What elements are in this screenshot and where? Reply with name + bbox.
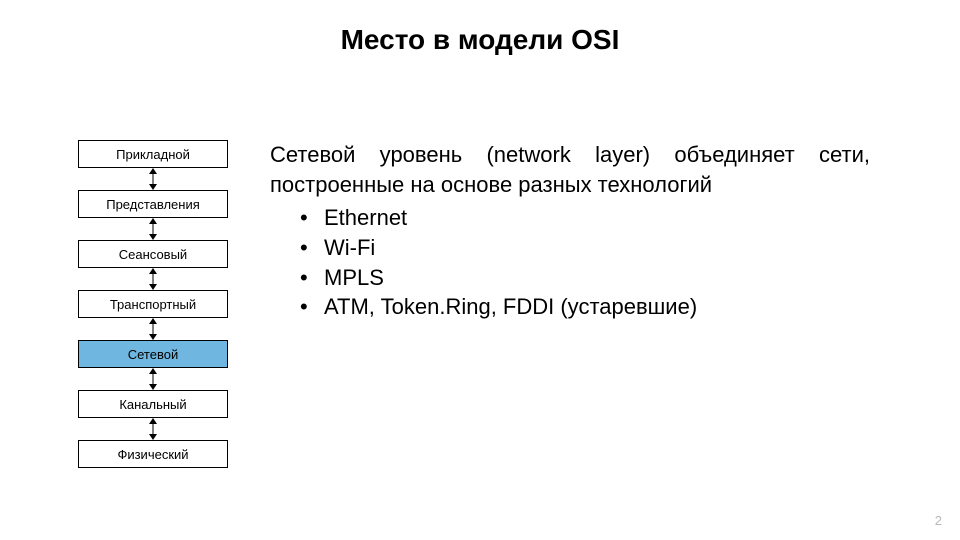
osi-layer-session: Сеансовый — [78, 240, 228, 268]
osi-stack: Прикладной Представления Сеансовый Транс… — [78, 140, 228, 468]
osi-layer-physical: Физический — [78, 440, 228, 468]
osi-layer-datalink: Канальный — [78, 390, 228, 418]
bullet-item: MPLS — [300, 263, 870, 293]
osi-layer-transport: Транспортный — [78, 290, 228, 318]
osi-layer-network: Сетевой — [78, 340, 228, 368]
updown-arrow-icon — [78, 418, 228, 440]
page-number: 2 — [935, 513, 942, 528]
body-bullets: Ethernet Wi-Fi MPLS ATM, Token.Ring, FDD… — [270, 203, 870, 322]
slide-title: Место в модели OSI — [0, 24, 960, 56]
bullet-item: ATM, Token.Ring, FDDI (устаревшие) — [300, 292, 870, 322]
updown-arrow-icon — [78, 368, 228, 390]
updown-arrow-icon — [78, 218, 228, 240]
updown-arrow-icon — [78, 268, 228, 290]
updown-arrow-icon — [78, 318, 228, 340]
osi-layer-presentation: Представления — [78, 190, 228, 218]
body-content: Сетевой уровень (network layer) объединя… — [270, 140, 870, 322]
body-text: Сетевой уровень (network layer) объединя… — [270, 140, 870, 199]
osi-layer-application: Прикладной — [78, 140, 228, 168]
updown-arrow-icon — [78, 168, 228, 190]
bullet-item: Ethernet — [300, 203, 870, 233]
bullet-item: Wi-Fi — [300, 233, 870, 263]
